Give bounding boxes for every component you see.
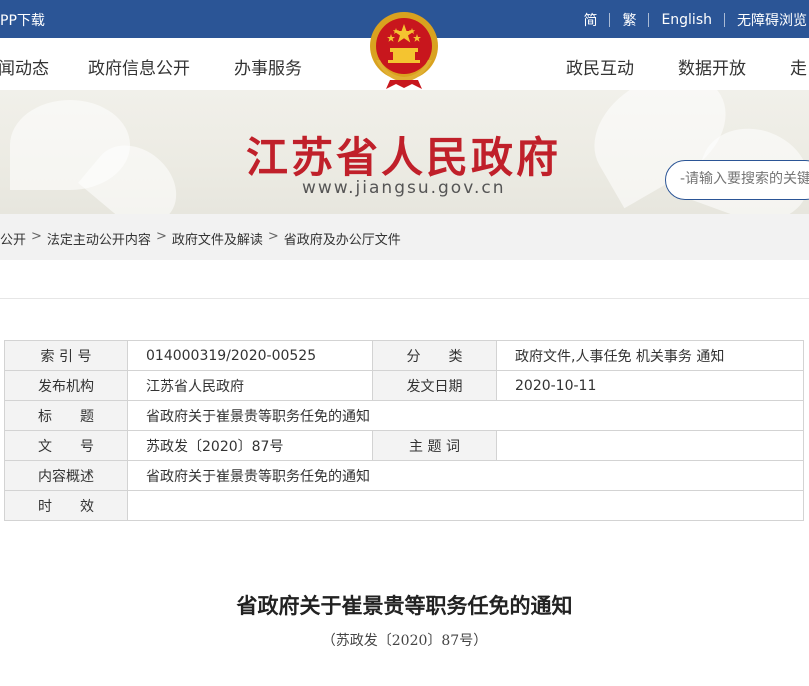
breadcrumb-item[interactable]: 公开 <box>0 229 26 248</box>
table-row: 标 题 省政府关于崔景贵等职务任免的通知 <box>4 400 804 431</box>
english-link[interactable]: English <box>649 12 724 28</box>
top-links: 简 繁 English 无障碍浏览 <box>571 10 809 30</box>
nav-item-services[interactable]: 办事服务 <box>234 54 302 79</box>
breadcrumb-separator: > <box>31 229 42 244</box>
table-row: 时 效 <box>4 490 804 521</box>
category-value: 政府文件,人事任免 机关事务 通知 <box>496 340 804 371</box>
summary-value: 省政府关于崔景贵等职务任免的通知 <box>127 460 804 491</box>
traditional-chinese-link[interactable]: 繁 <box>610 10 648 30</box>
title-label: 标 题 <box>4 400 128 431</box>
validity-label: 时 效 <box>4 490 128 521</box>
table-row: 发布机构 江苏省人民政府 发文日期 2020-10-11 <box>4 370 804 401</box>
keywords-label: 主 题 词 <box>372 430 497 461</box>
site-url: www.jiangsu.gov.cn <box>302 178 506 198</box>
nav-item-more[interactable]: 走 <box>790 54 807 79</box>
issuer-value: 江苏省人民政府 <box>127 370 373 401</box>
nav-item-interaction[interactable]: 政民互动 <box>566 54 634 79</box>
site-banner: 江苏省人民政府 www.jiangsu.gov.cn <box>0 90 809 214</box>
table-row: 内容概述 省政府关于崔景贵等职务任免的通知 <box>4 460 804 491</box>
category-label: 分 类 <box>372 340 497 371</box>
docno-value: 苏政发〔2020〕87号 <box>127 430 373 461</box>
docno-label: 文 号 <box>4 430 128 461</box>
validity-value <box>127 490 804 521</box>
divider <box>0 298 809 299</box>
site-title[interactable]: 江苏省人民政府 <box>246 124 561 185</box>
search-box[interactable] <box>665 160 809 200</box>
document-info-table: 索 引 号 014000319/2020-00525 分 类 政府文件,人事任免… <box>4 340 804 521</box>
date-label: 发文日期 <box>372 370 497 401</box>
breadcrumb-separator: > <box>155 229 167 244</box>
title-value: 省政府关于崔景贵等职务任免的通知 <box>127 400 804 431</box>
breadcrumb-item[interactable]: 政府文件及解读 <box>172 229 263 248</box>
national-emblem-icon[interactable] <box>366 10 442 90</box>
table-row: 索 引 号 014000319/2020-00525 分 类 政府文件,人事任免… <box>4 340 804 371</box>
nav-item-open-data[interactable]: 数据开放 <box>678 54 746 79</box>
breadcrumb-item[interactable]: 省政府及办公厅文件 <box>284 229 401 248</box>
search-input[interactable] <box>680 171 809 187</box>
breadcrumb: 公开 > 法定主动公开内容 > 政府文件及解读 > 省政府及办公厅文件 <box>0 214 809 260</box>
document-number: （苏政发〔2020〕87号） <box>321 633 488 649</box>
nav-item-news[interactable]: 闻动态 <box>0 54 49 79</box>
summary-label: 内容概述 <box>4 460 128 491</box>
issuer-label: 发布机构 <box>4 370 128 401</box>
index-value: 014000319/2020-00525 <box>127 340 373 371</box>
breadcrumb-item[interactable]: 法定主动公开内容 <box>47 229 151 248</box>
accessibility-link[interactable]: 无障碍浏览 <box>725 10 809 30</box>
keywords-value <box>496 430 804 461</box>
date-value: 2020-10-11 <box>496 370 804 401</box>
breadcrumb-separator: > <box>267 229 279 244</box>
index-label: 索 引 号 <box>4 340 128 371</box>
table-row: 文 号 苏政发〔2020〕87号 主 题 词 <box>4 430 804 461</box>
simplified-chinese-link[interactable]: 简 <box>571 10 609 30</box>
nav-item-info-disclosure[interactable]: 政府信息公开 <box>88 54 190 79</box>
app-download-link[interactable]: PP下载 <box>0 10 45 30</box>
document-title: 省政府关于崔景贵等职务任免的通知 <box>236 593 573 618</box>
